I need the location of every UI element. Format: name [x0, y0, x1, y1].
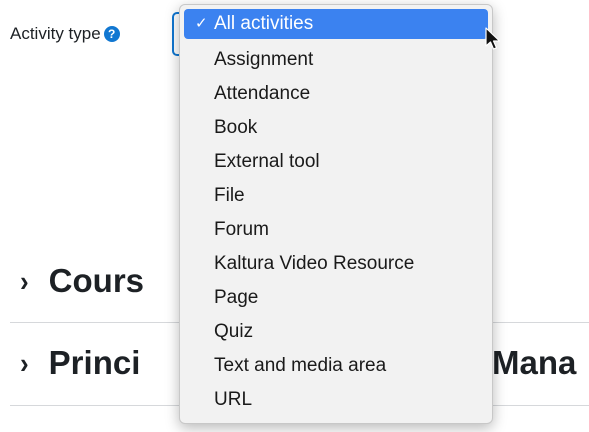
option-label: Text and media area: [214, 355, 387, 376]
option-kaltura-video-resource[interactable]: Kaltura Video Resource: [184, 249, 488, 279]
option-label: Forum: [214, 219, 269, 240]
section-row-2[interactable]: › Princi: [20, 344, 140, 382]
page: Activity type ? › Cours › Princi Mana ✓ …: [0, 0, 589, 432]
option-label: Kaltura Video Resource: [214, 253, 415, 274]
check-icon: ✓: [195, 15, 208, 32]
activity-type-label-text: Activity type: [10, 24, 101, 43]
option-text-and-media-area[interactable]: Text and media area: [184, 351, 488, 381]
option-label: File: [214, 185, 245, 206]
mouse-pointer-icon: [485, 27, 501, 50]
option-label: URL: [214, 389, 253, 410]
option-label: Book: [214, 117, 258, 138]
section-title: Princi: [48, 344, 141, 381]
option-quiz[interactable]: Quiz: [184, 317, 488, 347]
option-assignment[interactable]: Assignment: [184, 45, 488, 75]
option-label: Page: [214, 287, 259, 308]
activity-type-label: Activity type ?: [10, 24, 120, 44]
option-label: Assignment: [214, 49, 314, 70]
section-row-1[interactable]: › Cours: [20, 262, 144, 300]
option-forum[interactable]: Forum: [184, 215, 488, 245]
option-book[interactable]: Book: [184, 113, 488, 143]
chevron-right-icon[interactable]: ›: [20, 264, 29, 298]
option-label: All activities: [214, 13, 314, 34]
option-label: Attendance: [214, 83, 311, 104]
option-label: External tool: [214, 151, 320, 172]
option-url[interactable]: URL: [184, 385, 488, 415]
option-file[interactable]: File: [184, 181, 488, 211]
option-attendance[interactable]: Attendance: [184, 79, 488, 109]
option-external-tool[interactable]: External tool: [184, 147, 488, 177]
section-title: Cours: [48, 262, 145, 299]
help-icon[interactable]: ?: [103, 26, 120, 42]
chevron-right-icon[interactable]: ›: [20, 346, 29, 380]
option-page[interactable]: Page: [184, 283, 488, 313]
activity-type-dropdown-menu: ✓ All activities Assignment Attendance B…: [179, 4, 493, 424]
option-label: Quiz: [214, 321, 254, 342]
option-all-activities[interactable]: ✓ All activities: [184, 9, 488, 39]
section-title-continued: Mana: [492, 344, 577, 381]
